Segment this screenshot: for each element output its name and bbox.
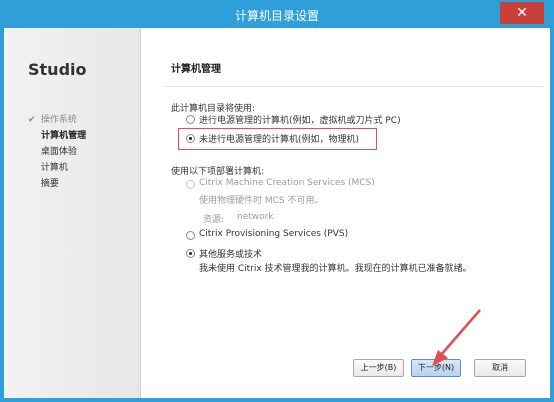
option-label-other-technology[interactable]: 其他服务或技术 [199, 247, 262, 260]
mcs-resource-value: network [237, 212, 274, 222]
mcs-resource-label: 资源: [203, 215, 225, 225]
step-item-machines[interactable]: 计算机 [28, 160, 86, 176]
step-label: 摘要 [40, 179, 59, 189]
close-icon: ✕ [516, 5, 528, 21]
radio-not-power-managed[interactable] [186, 134, 195, 143]
radio-other-technology[interactable] [186, 249, 195, 258]
mcs-description: 使用物理硬件时 MCS 不可用。 [199, 196, 324, 206]
step-label: 计算机管理 [41, 131, 87, 141]
page-title: 计算机管理 [171, 64, 221, 75]
wizard-steps: ✔ 操作系统 计算机管理 桌面体验 计算机 摘要 [28, 112, 86, 192]
option-label-mcs: Citrix Machine Creation Services (MCS) [199, 178, 375, 188]
option-label-pvs[interactable]: Citrix Provisioning Services (PVS) [199, 229, 348, 239]
radio-power-managed[interactable] [186, 115, 195, 124]
option-label-power-managed[interactable]: 进行电源管理的计算机(例如，虚拟机或刀片式 PC) [199, 113, 401, 126]
annotation-arrow-icon [432, 309, 481, 366]
close-button[interactable]: ✕ [500, 2, 544, 24]
step-label: 计算机 [40, 163, 68, 173]
studio-brand: Studio [28, 60, 87, 79]
step-item-machine-management[interactable]: 计算机管理 [28, 128, 86, 144]
wizard-sidebar: Studio ✔ 操作系统 计算机管理 桌面体验 计算机 摘要 [4, 28, 141, 398]
divider [163, 86, 543, 87]
back-button[interactable]: 上一步(B) [353, 359, 404, 377]
step-item-desktop-experience[interactable]: 桌面体验 [28, 144, 86, 160]
checkmark-icon: ✔ [28, 115, 36, 125]
option-label-not-power-managed[interactable]: 未进行电源管理的计算机(例如，物理机) [199, 132, 359, 145]
other-technology-description: 我未使用 Citrix 技术管理我的计算机。我现在的计算机已准备就绪。 [199, 264, 472, 274]
radio-mcs[interactable] [186, 180, 195, 189]
window-title: 计算机目录设置 [234, 9, 319, 23]
section-heading-deployment: 使用以下项部署计算机: [171, 167, 265, 177]
step-label: 桌面体验 [40, 147, 77, 157]
step-label: 操作系统 [40, 115, 77, 125]
title-bar: 计算机目录设置 ✕ [0, 0, 554, 28]
radio-pvs[interactable] [186, 231, 195, 240]
step-item-os[interactable]: ✔ 操作系统 [28, 112, 86, 128]
step-item-summary[interactable]: 摘要 [28, 176, 86, 192]
